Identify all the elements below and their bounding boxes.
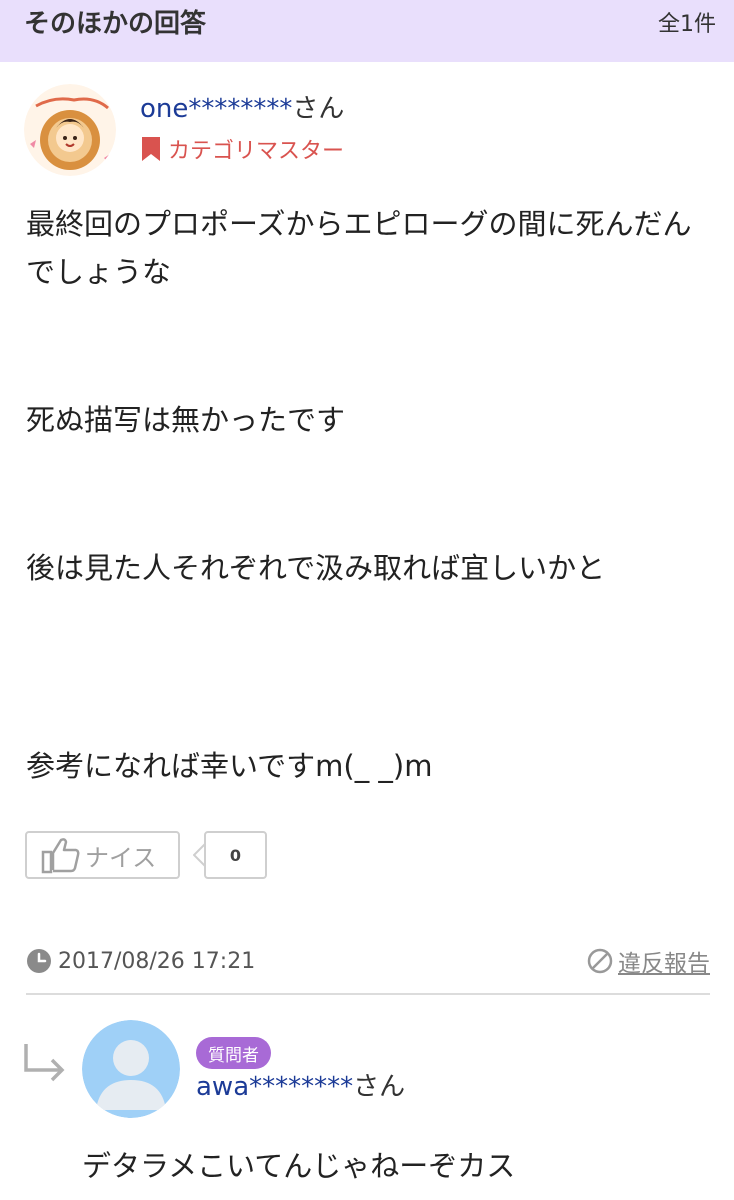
donut-character-avatar-icon bbox=[24, 84, 116, 176]
answerer-name[interactable]: one********さん bbox=[140, 92, 344, 126]
answerer-name-suffix: さん bbox=[292, 94, 345, 124]
bookmark-icon bbox=[142, 137, 160, 161]
asker-name[interactable]: awa********さん bbox=[196, 1070, 405, 1104]
nice-count: 0 bbox=[204, 831, 267, 879]
timestamp-text: 2017/08/26 17:21 bbox=[58, 948, 256, 974]
nice-button[interactable]: ナイス bbox=[25, 831, 180, 879]
answer-paragraph: 死ぬ描写は無かったです bbox=[26, 403, 346, 437]
section-title: そのほかの回答 bbox=[24, 9, 207, 39]
section-header: そのほかの回答 全1件 bbox=[0, 0, 734, 62]
category-master-label: カテゴリマスター bbox=[168, 139, 345, 164]
asker-name-suffix: さん bbox=[353, 1072, 406, 1102]
answerer-avatar[interactable] bbox=[24, 84, 116, 176]
asker-username[interactable]: awa******** bbox=[196, 1072, 353, 1102]
report-label[interactable]: 違反報告 bbox=[618, 944, 710, 978]
asker-badge: 質問者 bbox=[196, 1037, 271, 1069]
ban-icon bbox=[587, 948, 613, 974]
report-violation-link[interactable]: 違反報告 bbox=[586, 944, 710, 978]
answer-paragraph: 参考になれば幸いですm(_ _)m bbox=[26, 749, 433, 783]
asker-avatar[interactable] bbox=[82, 1020, 180, 1118]
nice-label: ナイス bbox=[85, 843, 157, 872]
thumbs-up-icon bbox=[41, 838, 80, 874]
reply-arrow-icon bbox=[24, 1044, 65, 1082]
clock-icon bbox=[27, 949, 51, 973]
answer-paragraph: 後は見た人それぞれで汲み取れば宜しいかと bbox=[26, 551, 606, 585]
divider bbox=[26, 993, 710, 995]
answer-count: 全1件 bbox=[658, 12, 716, 37]
answerer-username[interactable]: one******** bbox=[140, 94, 292, 124]
answer-timestamp: 2017/08/26 17:21 bbox=[26, 944, 255, 978]
default-user-avatar-icon bbox=[82, 1020, 180, 1118]
reply-text: デタラメこいてんじゃねーぞカス bbox=[82, 1149, 516, 1183]
answer-paragraph: 最終回のプロポーズからエピローグの間に死んだんでしょうな bbox=[26, 207, 692, 289]
category-master-badge: カテゴリマスター bbox=[140, 132, 344, 166]
